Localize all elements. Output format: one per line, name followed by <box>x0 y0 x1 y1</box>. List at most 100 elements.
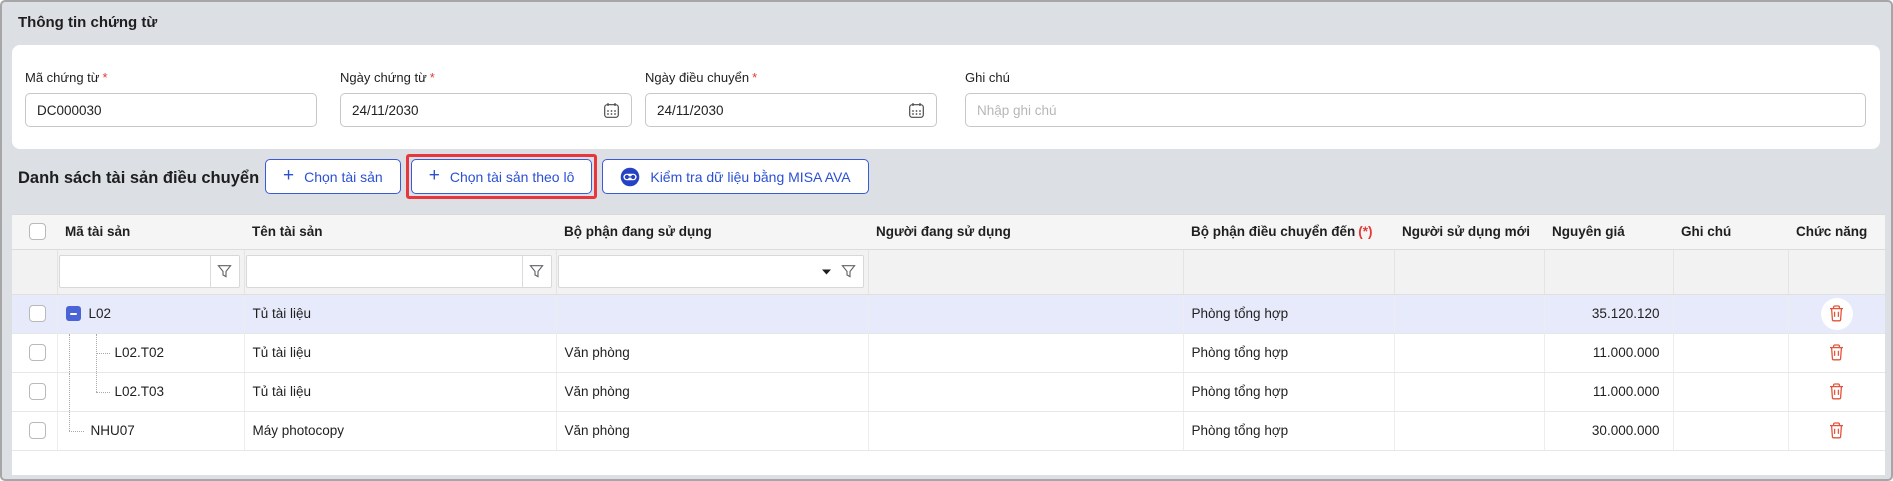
filter-input-code[interactable] <box>60 256 210 287</box>
required-asterisk: * <box>752 70 757 85</box>
column-header-dept_current: Bộ phận đang sử dụng <box>556 215 868 249</box>
new-user-cell <box>1394 372 1544 411</box>
funnel-filter-icon[interactable] <box>835 264 863 279</box>
required-asterisk: * <box>430 70 435 85</box>
row-checkbox[interactable] <box>29 422 46 439</box>
current-department-cell: Văn phòng <box>556 333 868 372</box>
filter-cell-dept_current <box>556 249 868 294</box>
calendar-icon[interactable] <box>603 102 620 119</box>
section-title: Danh sách tài sản điều chuyển <box>18 169 259 188</box>
assets-table: Mã tài sảnTên tài sảnBộ phận đang sử dụn… <box>12 215 1885 451</box>
column-header-dept_new: Bộ phận điều chuyển đến(*) <box>1183 215 1394 249</box>
plus-icon: + <box>283 166 294 185</box>
row-checkbox-cell <box>12 333 57 372</box>
field-label: Ghi chú <box>965 70 1866 85</box>
asset-code-cell: NHU07 <box>57 411 244 450</box>
asset-code-cell: L02.T03 <box>57 372 244 411</box>
funnel-filter-icon[interactable] <box>523 264 551 279</box>
filter-cell-name <box>244 249 556 294</box>
asset-code: L02 <box>89 306 112 321</box>
current-department-cell: Văn phòng <box>556 372 868 411</box>
column-header-name: Tên tài sản <box>244 215 556 249</box>
table-row: L02.T03Tủ tài liệuVăn phòngPhòng tổng hợ… <box>12 372 1885 411</box>
plus-icon: + <box>429 166 440 185</box>
original-cost-cell: 11.000.000 <box>1544 333 1673 372</box>
filter-input-name[interactable] <box>247 256 522 287</box>
row-checkbox[interactable] <box>29 344 46 361</box>
tree-guide-line <box>69 334 70 372</box>
original-cost-cell: 35.120.120 <box>1544 294 1673 333</box>
button-label: Chọn tài sản theo lô <box>450 169 575 185</box>
doc-code-input[interactable] <box>37 103 305 118</box>
row-checkbox[interactable] <box>29 383 46 400</box>
actions-cell <box>1788 372 1885 411</box>
document-window: Thông tin chứng từ Mã chứng từ* Ngày chứn… <box>0 0 1893 481</box>
field-label: Ngày điều chuyển* <box>645 70 937 85</box>
filter-row <box>12 249 1885 294</box>
table-row: L02.T02Tủ tài liệuVăn phòngPhòng tổng hợ… <box>12 333 1885 372</box>
choose-asset-button[interactable]: + Chọn tài sản <box>265 159 401 194</box>
row-note-cell <box>1673 294 1788 333</box>
collapse-icon[interactable] <box>66 306 81 321</box>
note-input[interactable] <box>977 103 1854 118</box>
misa-ava-robot-icon <box>620 167 640 187</box>
target-department-cell: Phòng tổng hợp <box>1183 294 1394 333</box>
tree-guide-line <box>69 373 70 411</box>
target-department-cell: Phòng tổng hợp <box>1183 372 1394 411</box>
header-row: Mã tài sảnTên tài sảnBộ phận đang sử dụn… <box>12 215 1885 249</box>
row-note-cell <box>1673 411 1788 450</box>
chevron-down-icon[interactable] <box>819 269 835 275</box>
funnel-filter-icon[interactable] <box>211 264 239 279</box>
delete-row-button[interactable] <box>1821 337 1853 369</box>
tree-guide-line <box>96 373 97 392</box>
choose-asset-batch-button[interactable]: + Chọn tài sản theo lô <box>411 159 593 194</box>
filter-cell-dept_new <box>1183 249 1394 294</box>
field-doc-code: Mã chứng từ* <box>25 70 317 127</box>
original-cost-cell: 11.000.000 <box>1544 372 1673 411</box>
required-asterisk: * <box>103 70 108 85</box>
misa-ava-check-button[interactable]: Kiểm tra dữ liệu bằng MISA AVA <box>602 159 868 194</box>
row-checkbox-cell <box>12 294 57 333</box>
delete-row-button[interactable] <box>1821 376 1853 408</box>
new-user-cell <box>1394 294 1544 333</box>
filter-cell-actions <box>1788 249 1885 294</box>
target-department-cell: Phòng tổng hợp <box>1183 411 1394 450</box>
select-all-checkbox[interactable] <box>29 223 46 240</box>
calendar-icon[interactable] <box>908 102 925 119</box>
button-label: Kiểm tra dữ liệu bằng MISA AVA <box>650 169 850 185</box>
current-user-cell <box>868 333 1183 372</box>
table-row: NHU07Máy photocopyVăn phòng Phòng tổng hợ… <box>12 411 1885 450</box>
original-cost-cell: 30.000.000 <box>1544 411 1673 450</box>
transfer-date-input[interactable] <box>657 103 900 118</box>
field-label: Mã chứng từ* <box>25 70 317 85</box>
asset-name-cell: Máy photocopy <box>244 411 556 450</box>
filter-input-dept_current[interactable] <box>559 256 819 287</box>
tree-connector-line <box>96 392 110 393</box>
delete-row-button[interactable] <box>1821 298 1853 330</box>
delete-row-button[interactable] <box>1821 415 1853 447</box>
table-head: Mã tài sảnTên tài sảnBộ phận đang sử dụn… <box>12 215 1885 294</box>
row-checkbox[interactable] <box>29 305 46 322</box>
required-marker: (*) <box>1358 224 1372 239</box>
doc-date-input[interactable] <box>352 103 595 118</box>
row-checkbox-cell <box>12 372 57 411</box>
current-user-cell <box>868 372 1183 411</box>
target-department-cell: Phòng tổng hợp <box>1183 333 1394 372</box>
row-note-cell <box>1673 333 1788 372</box>
field-note: Ghi chú <box>965 70 1866 127</box>
column-header-code: Mã tài sản <box>57 215 244 249</box>
field-label: Ngày chứng từ* <box>340 70 632 85</box>
filter-box-name <box>246 255 552 288</box>
current-department-cell <box>556 294 868 333</box>
button-label: Chọn tài sản <box>304 169 383 185</box>
filter-box-code <box>59 255 240 288</box>
header-checkbox-cell <box>12 215 57 249</box>
column-header-user_new: Người sử dụng mới <box>1394 215 1544 249</box>
new-user-cell <box>1394 333 1544 372</box>
field-doc-date: Ngày chứng từ* <box>340 70 632 127</box>
panel-title: Thông tin chứng từ <box>18 14 157 31</box>
section-buttons: + Chọn tài sản + Chọn tài sản theo lô Kiểm t… <box>265 154 869 199</box>
filter-cell-code <box>57 249 244 294</box>
filter-cell-note <box>1673 249 1788 294</box>
current-department-cell: Văn phòng <box>556 411 868 450</box>
